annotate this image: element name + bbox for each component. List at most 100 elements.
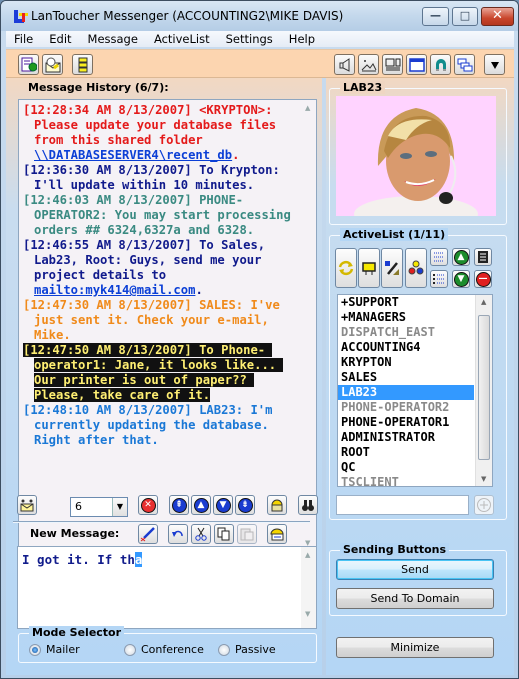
uncheck-list-button[interactable] bbox=[430, 270, 448, 288]
sound-button[interactable] bbox=[334, 54, 355, 75]
first-message-button[interactable]: ⇞ bbox=[169, 495, 189, 515]
message-body: operator1: Jane, it looks like... Our pr… bbox=[34, 358, 284, 402]
checklist-alt-icon bbox=[433, 274, 444, 284]
menu-help[interactable]: Help bbox=[281, 31, 323, 47]
move-down-button[interactable]: ▼ bbox=[452, 270, 470, 288]
message-body: Please update your database files from t… bbox=[34, 118, 284, 147]
menu-message[interactable]: Message bbox=[80, 31, 146, 47]
add-contact-input[interactable] bbox=[336, 495, 469, 515]
message-link[interactable]: mailto:myk414@mail.com bbox=[34, 283, 195, 297]
move-up-button[interactable]: ▲ bbox=[452, 248, 470, 266]
list-settings-button[interactable] bbox=[381, 248, 403, 288]
mail-notify-icon bbox=[20, 499, 34, 512]
cut-button[interactable] bbox=[191, 524, 211, 544]
menu-file[interactable]: File bbox=[6, 31, 41, 47]
find-button[interactable] bbox=[298, 495, 318, 515]
mode-mailer-label: Mailer bbox=[46, 643, 80, 656]
mode-mailer-radio[interactable]: Mailer bbox=[29, 643, 80, 656]
add-contact-button[interactable] bbox=[474, 495, 494, 515]
minimize-window-button[interactable]: — bbox=[422, 7, 449, 26]
checklist-icon bbox=[434, 252, 444, 262]
check-list-button[interactable] bbox=[430, 248, 448, 266]
activelist-item[interactable]: ACCOUNTING4 bbox=[338, 340, 474, 355]
list-scroll-thumb[interactable] bbox=[478, 315, 490, 460]
list-scrollbar[interactable]: ▲ ▼ bbox=[475, 295, 492, 486]
activelist-item[interactable]: ROOT bbox=[338, 445, 474, 460]
activelist-item[interactable]: QC bbox=[338, 460, 474, 475]
title-bar[interactable]: LanToucher Messenger (ACCOUNTING2\MIKE D… bbox=[1, 1, 518, 31]
history-message: [12:47:50 AM 8/13/2007] To Phone- operat… bbox=[22, 343, 294, 403]
magnet-button[interactable] bbox=[430, 54, 451, 75]
message-link[interactable]: \\DATABASESERVER4\recent_db bbox=[34, 148, 232, 162]
history-label: Message History (6/7): bbox=[28, 81, 169, 94]
next-message-button[interactable]: ▼ bbox=[213, 495, 233, 515]
radio-checked-icon bbox=[29, 643, 41, 656]
activelist-item[interactable]: PHONE-OPERATOR2 bbox=[338, 400, 474, 415]
mode-conference-label: Conference bbox=[141, 643, 204, 656]
attach-button[interactable] bbox=[267, 524, 287, 544]
menu-edit[interactable]: Edit bbox=[41, 31, 79, 47]
mode-passive-radio[interactable]: Passive bbox=[218, 643, 276, 656]
cascade-windows-button[interactable] bbox=[454, 54, 475, 75]
network-device-button[interactable] bbox=[358, 248, 380, 288]
copy-button[interactable] bbox=[214, 524, 234, 544]
message-history[interactable]: [12:28:34 AM 8/13/2007] <KRYPTON>: Pleas… bbox=[18, 99, 317, 552]
copy-icon bbox=[217, 527, 230, 541]
close-window-button[interactable]: ✕ bbox=[481, 7, 514, 26]
activelist-item[interactable]: PHONE-OPERATOR1 bbox=[338, 415, 474, 430]
scroll-down-icon[interactable]: ▼ bbox=[305, 610, 310, 618]
scroll-down-icon[interactable]: ▼ bbox=[481, 475, 486, 483]
scheduled-mail-button[interactable] bbox=[42, 54, 63, 75]
remove-button[interactable]: — bbox=[474, 270, 492, 288]
last-message-button[interactable]: ⇟ bbox=[235, 495, 255, 515]
person-photo-icon bbox=[336, 96, 496, 216]
mode-conference-radio[interactable]: Conference bbox=[124, 643, 204, 656]
activelist-item[interactable]: TSCLIENT bbox=[338, 475, 474, 486]
activelist-item[interactable]: KRYPTON bbox=[338, 355, 474, 370]
new-message-button[interactable] bbox=[18, 54, 39, 75]
message-header: [12:47:50 AM 8/13/2007] To Phone- bbox=[23, 343, 266, 357]
activelist-item[interactable]: DISPATCH_EAST bbox=[338, 325, 474, 340]
new-message-input[interactable]: I got it. If tha ▲ ▼ bbox=[17, 546, 317, 629]
maximize-window-button[interactable]: □ bbox=[452, 7, 478, 26]
send-button[interactable]: Send bbox=[336, 559, 494, 580]
speaker-icon bbox=[339, 57, 349, 72]
delete-message-button[interactable]: ✕ bbox=[138, 495, 158, 515]
history-message: [12:46:03 AM 8/13/2007] PHONE- OPERATOR2… bbox=[22, 193, 294, 238]
minimize-button[interactable]: Minimize bbox=[336, 637, 494, 658]
properties-button[interactable] bbox=[474, 248, 492, 266]
groups-button[interactable] bbox=[405, 248, 427, 288]
activelist-item[interactable]: +MANAGERS bbox=[338, 310, 474, 325]
toolbar-dropdown-button[interactable] bbox=[484, 54, 505, 75]
history-count-select[interactable]: 6 ▼ bbox=[70, 497, 128, 517]
layout-icon bbox=[385, 58, 400, 70]
contact-avatar[interactable] bbox=[336, 96, 496, 216]
activelist-item[interactable]: SALES bbox=[338, 370, 474, 385]
undo-button[interactable] bbox=[168, 524, 188, 544]
activelist-item[interactable]: +SUPPORT bbox=[338, 295, 474, 310]
mail-notify-button[interactable] bbox=[17, 495, 37, 515]
archive-button[interactable] bbox=[267, 495, 287, 515]
layout-button[interactable] bbox=[382, 54, 403, 75]
picture-button[interactable] bbox=[358, 54, 379, 75]
activelist-item[interactable]: LAB23 bbox=[338, 385, 474, 400]
scroll-up-icon[interactable]: ▲ bbox=[305, 104, 310, 112]
pen-button[interactable] bbox=[138, 524, 158, 544]
chevron-down-icon[interactable]: ▼ bbox=[112, 498, 127, 516]
menu-activelist[interactable]: ActiveList bbox=[146, 31, 218, 47]
refresh-list-button[interactable] bbox=[335, 248, 357, 288]
previous-message-button[interactable]: ▲ bbox=[191, 495, 211, 515]
history-scrollbar[interactable]: ▲ ▼ bbox=[301, 100, 316, 551]
window-button[interactable] bbox=[406, 54, 427, 75]
scroll-up-icon[interactable]: ▲ bbox=[305, 551, 310, 559]
dropdown-arrow-icon bbox=[490, 61, 499, 69]
scroll-up-icon[interactable]: ▲ bbox=[481, 298, 486, 306]
send-to-domain-button[interactable]: Send To Domain bbox=[336, 588, 494, 609]
history-message: [12:47:30 AM 8/13/2007] SALES: I've just… bbox=[22, 298, 294, 343]
active-list[interactable]: +SUPPORT +MANAGERS DISPATCH_EAST ACCOUNTING… bbox=[337, 294, 493, 487]
paste-button[interactable] bbox=[237, 524, 257, 544]
activelist-item[interactable]: ADMINISTRATOR bbox=[338, 430, 474, 445]
list-view-button[interactable] bbox=[72, 54, 93, 75]
new-message-scrollbar[interactable]: ▲ ▼ bbox=[301, 547, 316, 628]
menu-settings[interactable]: Settings bbox=[218, 31, 281, 47]
